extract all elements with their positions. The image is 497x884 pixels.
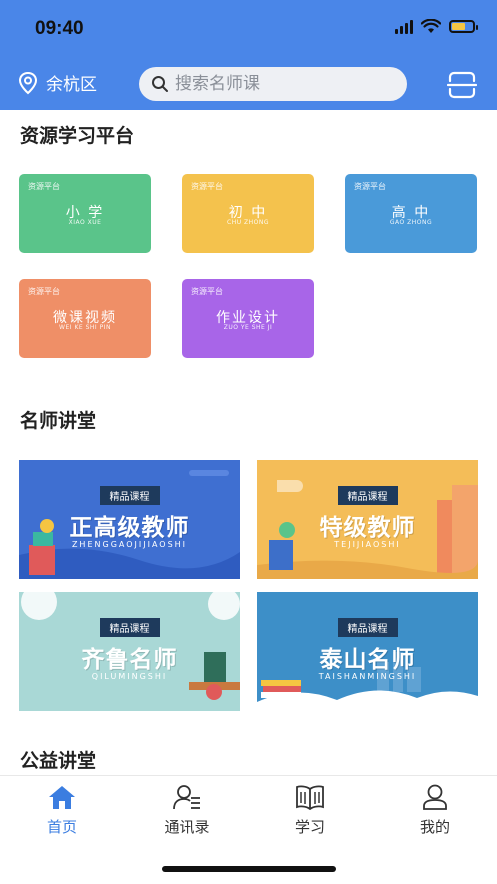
card-tag: 资源平台 [354, 182, 386, 191]
banner-qilu-teacher[interactable]: 精品课程 齐鲁名师 QILUMINGSHI [19, 592, 240, 711]
tab-label: 学习 [294, 818, 325, 836]
card-primary-school[interactable]: 资源平台 小 学 XIAO XUE [19, 174, 151, 253]
card-micro-video[interactable]: 资源平台 微课视频 WEI KE SHI PIN [19, 279, 151, 358]
signal-icon [395, 18, 413, 34]
wifi-icon [421, 18, 441, 33]
tab-mine[interactable]: 我的 [385, 784, 485, 837]
tab-home[interactable]: 首页 [12, 784, 112, 837]
resources-section-title: 资源学习平台 [20, 125, 135, 147]
tab-label: 首页 [46, 818, 77, 836]
famous-section-title: 名师讲堂 [20, 410, 97, 432]
card-tag: 资源平台 [28, 287, 60, 296]
banner-pinyin: ZHENGGAOJIJIAOSHI [71, 540, 188, 549]
card-pinyin: GAO ZHONG [389, 219, 433, 226]
search-input[interactable] [175, 74, 375, 94]
tab-label: 通讯录 [164, 818, 210, 836]
search-bar[interactable] [139, 67, 407, 101]
card-tag: 资源平台 [28, 182, 60, 191]
banner-taishan-teacher[interactable]: 精品课程 泰山名师 TAISHANMINGSHI [257, 592, 478, 711]
location-selector[interactable]: 余杭区 [18, 70, 97, 95]
scan-icon[interactable] [447, 71, 477, 99]
search-icon [152, 76, 168, 92]
card-pinyin: CHU ZHONG [227, 219, 269, 226]
banner-badge: 精品课程 [99, 486, 160, 505]
banner-pinyin: TEJIJIAOSHI [334, 540, 401, 549]
tab-study[interactable]: 学习 [260, 784, 360, 837]
book-icon [296, 785, 324, 811]
battery-icon [449, 19, 478, 33]
banner-title: 齐鲁名师 [81, 647, 178, 673]
banner-pinyin: TAISHANMINGSHI [318, 672, 417, 681]
banner-pinyin: QILUMINGSHI [91, 672, 168, 681]
contacts-icon [173, 785, 200, 810]
banner-special-teacher[interactable]: 精品课程 特级教师 TEJIJIAOSHI [257, 460, 478, 579]
banner-title: 正高级教师 [69, 515, 190, 541]
banner-badge: 精品课程 [337, 618, 398, 637]
banner-title: 泰山名师 [319, 647, 416, 673]
status-icons [395, 18, 478, 34]
card-pinyin: ZUO YE SHE JI [223, 324, 273, 331]
card-pinyin: XIAO XUE [68, 219, 102, 226]
app-header: 09:40 余杭区 [0, 0, 497, 110]
public-section-title: 公益讲堂 [20, 750, 97, 772]
banner-badge: 精品课程 [99, 618, 160, 637]
card-homework-design[interactable]: 资源平台 作业设计 ZUO YE SHE JI [182, 279, 314, 358]
location-label: 余杭区 [46, 75, 97, 95]
home-indicator [162, 866, 336, 872]
card-pinyin: WEI KE SHI PIN [59, 324, 111, 331]
card-tag: 资源平台 [191, 182, 223, 191]
tab-label: 我的 [419, 818, 450, 836]
banner-badge: 精品课程 [337, 486, 398, 505]
tab-contacts[interactable]: 通讯录 [137, 784, 237, 837]
status-time: 09:40 [35, 18, 84, 39]
location-pin-icon [18, 71, 38, 94]
banner-senior-teacher[interactable]: 精品课程 正高级教师 ZHENGGAOJIJIAOSHI [19, 460, 240, 579]
user-icon [423, 784, 447, 810]
card-middle-school[interactable]: 资源平台 初 中 CHU ZHONG [182, 174, 314, 253]
card-high-school[interactable]: 资源平台 高 中 GAO ZHONG [345, 174, 477, 253]
home-icon [49, 786, 75, 809]
card-tag: 资源平台 [191, 287, 223, 296]
banner-title: 特级教师 [319, 515, 416, 541]
